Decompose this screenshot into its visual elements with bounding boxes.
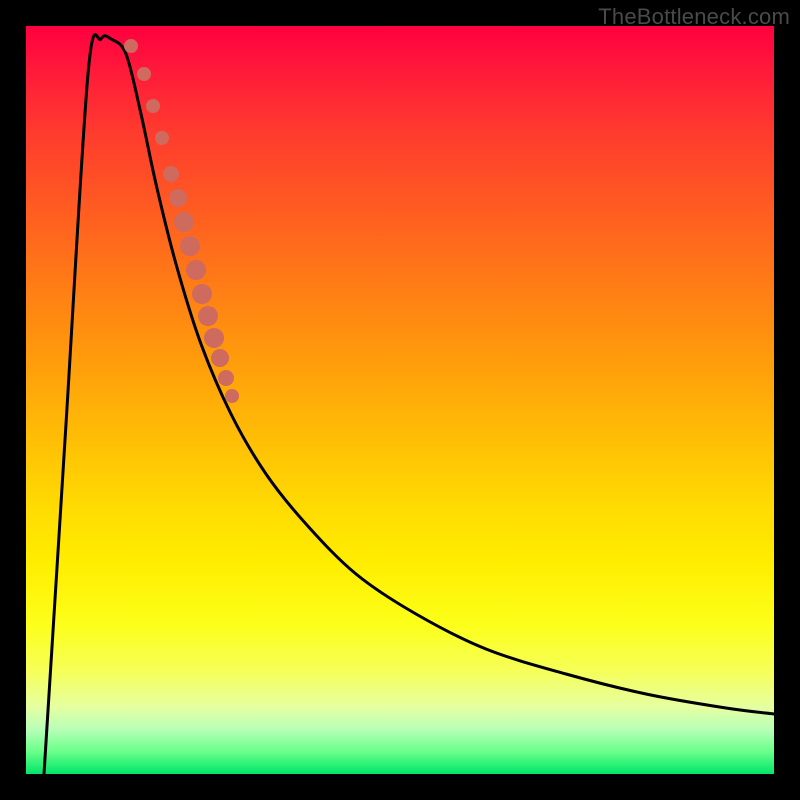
watermark-text: TheBottleneck.com xyxy=(598,4,790,30)
curve-line xyxy=(44,35,774,774)
curve-markers xyxy=(124,39,239,403)
plot-area xyxy=(26,26,774,774)
chart-svg xyxy=(26,26,774,774)
data-marker xyxy=(192,284,212,304)
data-marker xyxy=(198,306,218,326)
data-marker xyxy=(163,166,179,182)
data-marker xyxy=(146,99,160,113)
data-marker xyxy=(137,67,151,81)
bottleneck-curve xyxy=(44,35,774,774)
data-marker xyxy=(218,370,234,386)
data-marker xyxy=(225,389,239,403)
data-marker xyxy=(204,328,224,348)
chart-frame: TheBottleneck.com xyxy=(0,0,800,800)
data-marker xyxy=(186,260,206,280)
data-marker xyxy=(124,39,138,53)
data-marker xyxy=(211,349,229,367)
data-marker xyxy=(174,212,194,232)
data-marker xyxy=(169,189,187,207)
data-marker xyxy=(180,236,200,256)
data-marker xyxy=(155,131,169,145)
